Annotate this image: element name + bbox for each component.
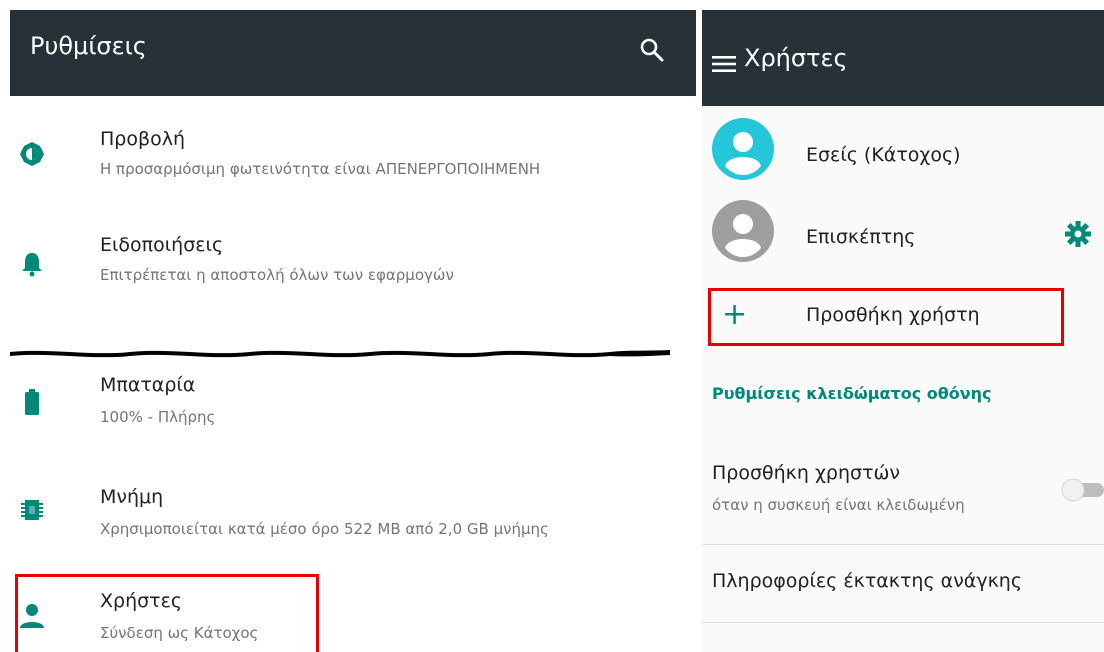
setting-title: Μπαταρία <box>100 374 196 396</box>
brightness-icon <box>20 142 44 166</box>
avatar-guest-icon <box>712 200 774 262</box>
users-app-bar: Χρήστες <box>702 10 1104 106</box>
search-icon[interactable] <box>638 36 666 64</box>
user-name: Εσείς (Κάτοχος) <box>806 144 961 166</box>
setting-subtitle: Επιτρέπεται η αποστολή όλων των εφαρμογώ… <box>100 266 454 284</box>
setting-item-notifications[interactable]: Ειδοποιήσεις Επιτρέπεται η αποστολή όλων… <box>10 226 696 306</box>
avatar-owner-icon <box>712 118 774 180</box>
setting-item-memory[interactable]: Μνήμη Χρησιμοποιείται κατά μέσο όρο 522 … <box>10 480 696 560</box>
add-users-locked-subtitle: όταν η συσκευή είναι κλειδωμένη <box>712 496 965 514</box>
highlight-box-add-user <box>708 288 1064 346</box>
setting-item-display[interactable]: Προβολή Η προσαρμόσιμη φωτεινότητα είναι… <box>10 120 696 200</box>
torn-edge-divider <box>10 350 670 358</box>
users-panel: Χρήστες Εσείς (Κάτοχος) Επισκέπτης + Προ… <box>702 10 1104 652</box>
setting-subtitle: 100% - Πλήρης <box>100 408 216 426</box>
settings-panel: Ρυθμίσεις Προβολή Η προσαρμόσιμη φωτεινό… <box>10 10 696 652</box>
memory-icon <box>21 500 43 520</box>
gear-icon[interactable] <box>1064 220 1092 248</box>
user-name: Επισκέπτης <box>806 226 916 248</box>
setting-subtitle: Η προσαρμόσιμη φωτεινότητα είναι ΑΠΕΝΕΡΓ… <box>100 160 541 178</box>
add-users-locked-toggle[interactable] <box>1058 474 1104 504</box>
lockscreen-section-header: Ρυθμίσεις κλειδώματος οθόνης <box>712 384 992 403</box>
menu-icon[interactable] <box>712 54 736 74</box>
divider <box>702 622 1104 623</box>
setting-subtitle: Χρησιμοποιείται κατά μέσο όρο 522 MB από… <box>100 520 549 538</box>
emergency-info-item[interactable]: Πληροφορίες έκτακτης ανάγκης <box>712 570 1022 592</box>
user-row-owner[interactable]: Εσείς (Κάτοχος) <box>702 114 1104 194</box>
setting-title: Μνήμη <box>100 486 164 508</box>
page-title: Ρυθμίσεις <box>30 32 147 60</box>
battery-icon <box>25 389 39 415</box>
user-row-guest[interactable]: Επισκέπτης <box>702 196 1104 276</box>
divider <box>702 544 1104 545</box>
setting-item-battery[interactable]: Μπαταρία 100% - Πλήρης <box>10 372 696 452</box>
bell-icon <box>22 253 42 277</box>
setting-title: Ειδοποιήσεις <box>100 234 224 256</box>
add-users-locked-title: Προσθήκη χρηστών <box>712 462 901 484</box>
setting-title: Προβολή <box>100 128 186 150</box>
highlight-box-users <box>15 574 319 652</box>
page-title: Χρήστες <box>744 44 848 72</box>
settings-app-bar: Ρυθμίσεις <box>10 10 696 96</box>
